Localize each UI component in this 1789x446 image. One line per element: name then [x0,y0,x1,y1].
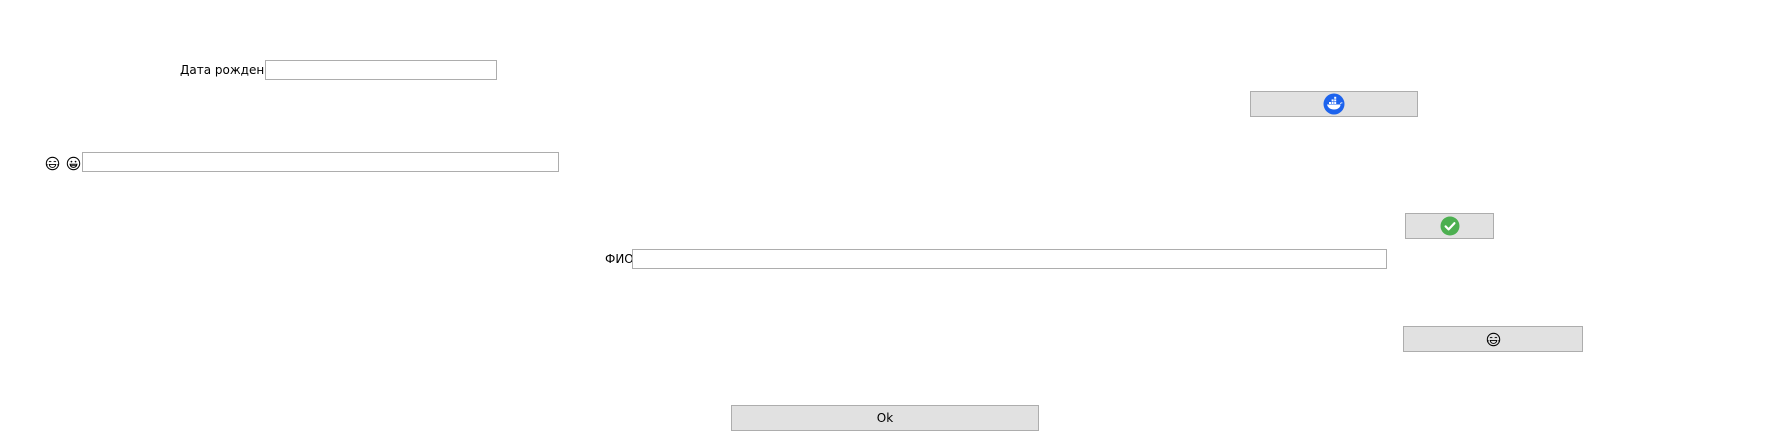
check-button[interactable] [1405,213,1494,239]
fio-input[interactable] [632,249,1387,269]
docker-icon [1323,93,1345,115]
ok-button[interactable]: Ok [731,405,1039,431]
emoji-button[interactable] [1403,326,1583,352]
check-icon [1440,216,1459,236]
grinning-face-icon [66,156,81,171]
docker-button[interactable] [1250,91,1418,117]
crying-laughing-face-icon [1486,332,1500,346]
fio-label: ФИО [605,252,634,266]
birthdate-input[interactable] [265,60,497,80]
emoji-text-input[interactable] [82,152,559,172]
crying-laughing-face-icon [45,156,60,171]
